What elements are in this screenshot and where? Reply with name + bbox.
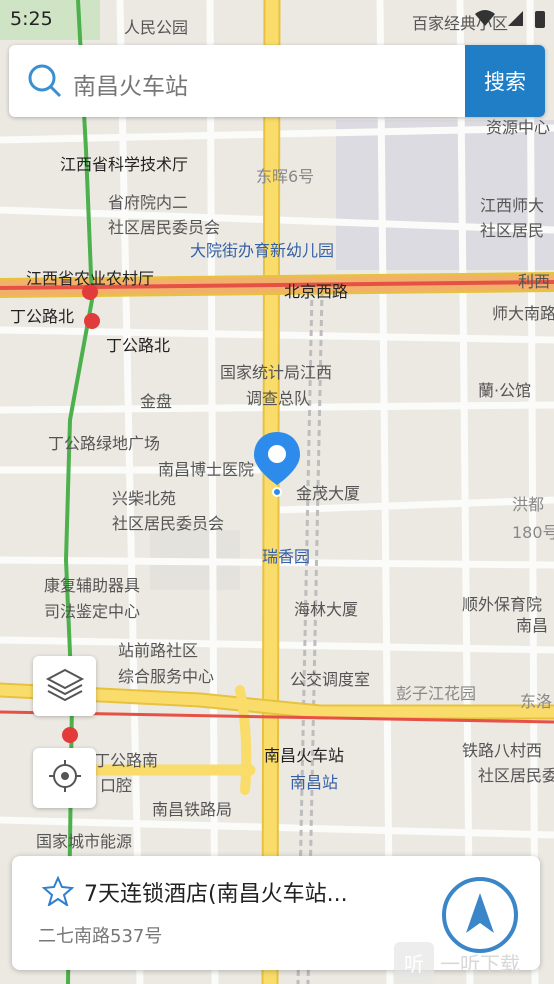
map-label[interactable]: 江西省科学技术厅 [60, 151, 188, 175]
map-label[interactable]: 公交调度室 [290, 666, 370, 690]
signal-icon [506, 9, 524, 33]
search-input[interactable]: 南昌火车站 [73, 67, 188, 101]
map-label[interactable]: 金盘 [140, 388, 172, 412]
watermark: 听 一听下载 [394, 942, 520, 982]
map-label[interactable]: 江西师大 [480, 192, 544, 216]
map-label[interactable]: 兴柴北苑 [112, 485, 176, 509]
search-bar[interactable]: 南昌火车站 搜索 [9, 45, 545, 117]
map-label[interactable]: 180号 [512, 519, 554, 543]
map-label[interactable]: 彭子江花园 [396, 680, 476, 704]
map-label[interactable]: 丁公路北 [106, 332, 170, 356]
map-label[interactable]: 社区居民委员会 [108, 214, 220, 238]
place-address: 二七南路537号 [38, 926, 163, 947]
layers-button[interactable] [33, 656, 96, 716]
map-label[interactable]: 丁公路南 [94, 747, 158, 771]
map-label[interactable]: 东洛 [520, 688, 552, 712]
map-label[interactable]: 北京西路 [284, 278, 348, 302]
map-label[interactable]: 南昌博士医院 [158, 456, 254, 480]
watermark-logo: 听 [394, 942, 434, 982]
location-pin-icon[interactable] [252, 430, 302, 502]
clock: 5:25 [10, 8, 53, 30]
map-label[interactable]: 南昌 [516, 612, 548, 636]
map-label[interactable]: 国家城市能源 [36, 828, 132, 852]
map-label[interactable]: 南昌火车站 [264, 742, 344, 766]
locate-button[interactable] [33, 748, 96, 808]
map-label[interactable]: 江西省农业农村厅 [26, 265, 154, 289]
map-label[interactable]: 师大南路 [492, 300, 554, 324]
map-label[interactable]: 省府院内二 [108, 189, 188, 213]
map-label[interactable]: 社区居民委员会 [112, 510, 224, 534]
map-label[interactable]: 南昌铁路局 [152, 796, 232, 820]
layers-icon [45, 667, 85, 705]
map-label[interactable]: 站前路社区 [118, 637, 198, 661]
map-label[interactable]: 司法鉴定中心 [44, 598, 140, 622]
map-label[interactable]: 铁路八村西 [462, 737, 542, 761]
search-button[interactable]: 搜索 [465, 45, 545, 117]
map-label[interactable]: 丁公路绿地广场 [48, 430, 160, 454]
wifi-icon [474, 9, 496, 33]
map-label[interactable]: 康复辅助器具 [44, 572, 140, 596]
search-icon [27, 63, 63, 103]
locate-icon [47, 758, 83, 798]
map-label[interactable]: 蘭·公馆 [478, 377, 531, 401]
map-label[interactable]: 社区居民 [480, 217, 544, 241]
map-label[interactable]: 国家统计局江西 [220, 359, 332, 383]
watermark-text: 一听下载 [440, 951, 520, 976]
place-name: 7天连锁酒店(南昌火车站... [84, 882, 348, 907]
map-label[interactable]: 海林大厦 [294, 596, 358, 620]
map-label[interactable]: 东晖6号 [256, 163, 314, 187]
status-bar: 5:25 [0, 0, 554, 36]
map-label[interactable]: 南昌站 [290, 769, 338, 793]
map-label[interactable]: 金茂大厦 [296, 480, 360, 504]
map-label[interactable]: 洪都 [512, 491, 544, 515]
star-icon[interactable] [41, 875, 75, 910]
map-label[interactable]: 丁公路北 [10, 303, 74, 327]
map-label[interactable]: 瑞香园 [262, 543, 310, 567]
map-label[interactable]: 社区居民委 [478, 762, 554, 786]
map-label[interactable]: 利西 [518, 268, 550, 292]
map-label[interactable]: 资源中心 [486, 114, 550, 138]
map-label[interactable]: 调查总队 [246, 385, 310, 409]
navigation-arrow-icon [463, 891, 497, 939]
map-label[interactable]: 口腔 [100, 772, 132, 796]
battery-icon [534, 9, 546, 33]
map-label[interactable]: 综合服务中心 [118, 663, 214, 687]
map-label[interactable]: 大院街办育新幼儿园 [190, 237, 334, 261]
